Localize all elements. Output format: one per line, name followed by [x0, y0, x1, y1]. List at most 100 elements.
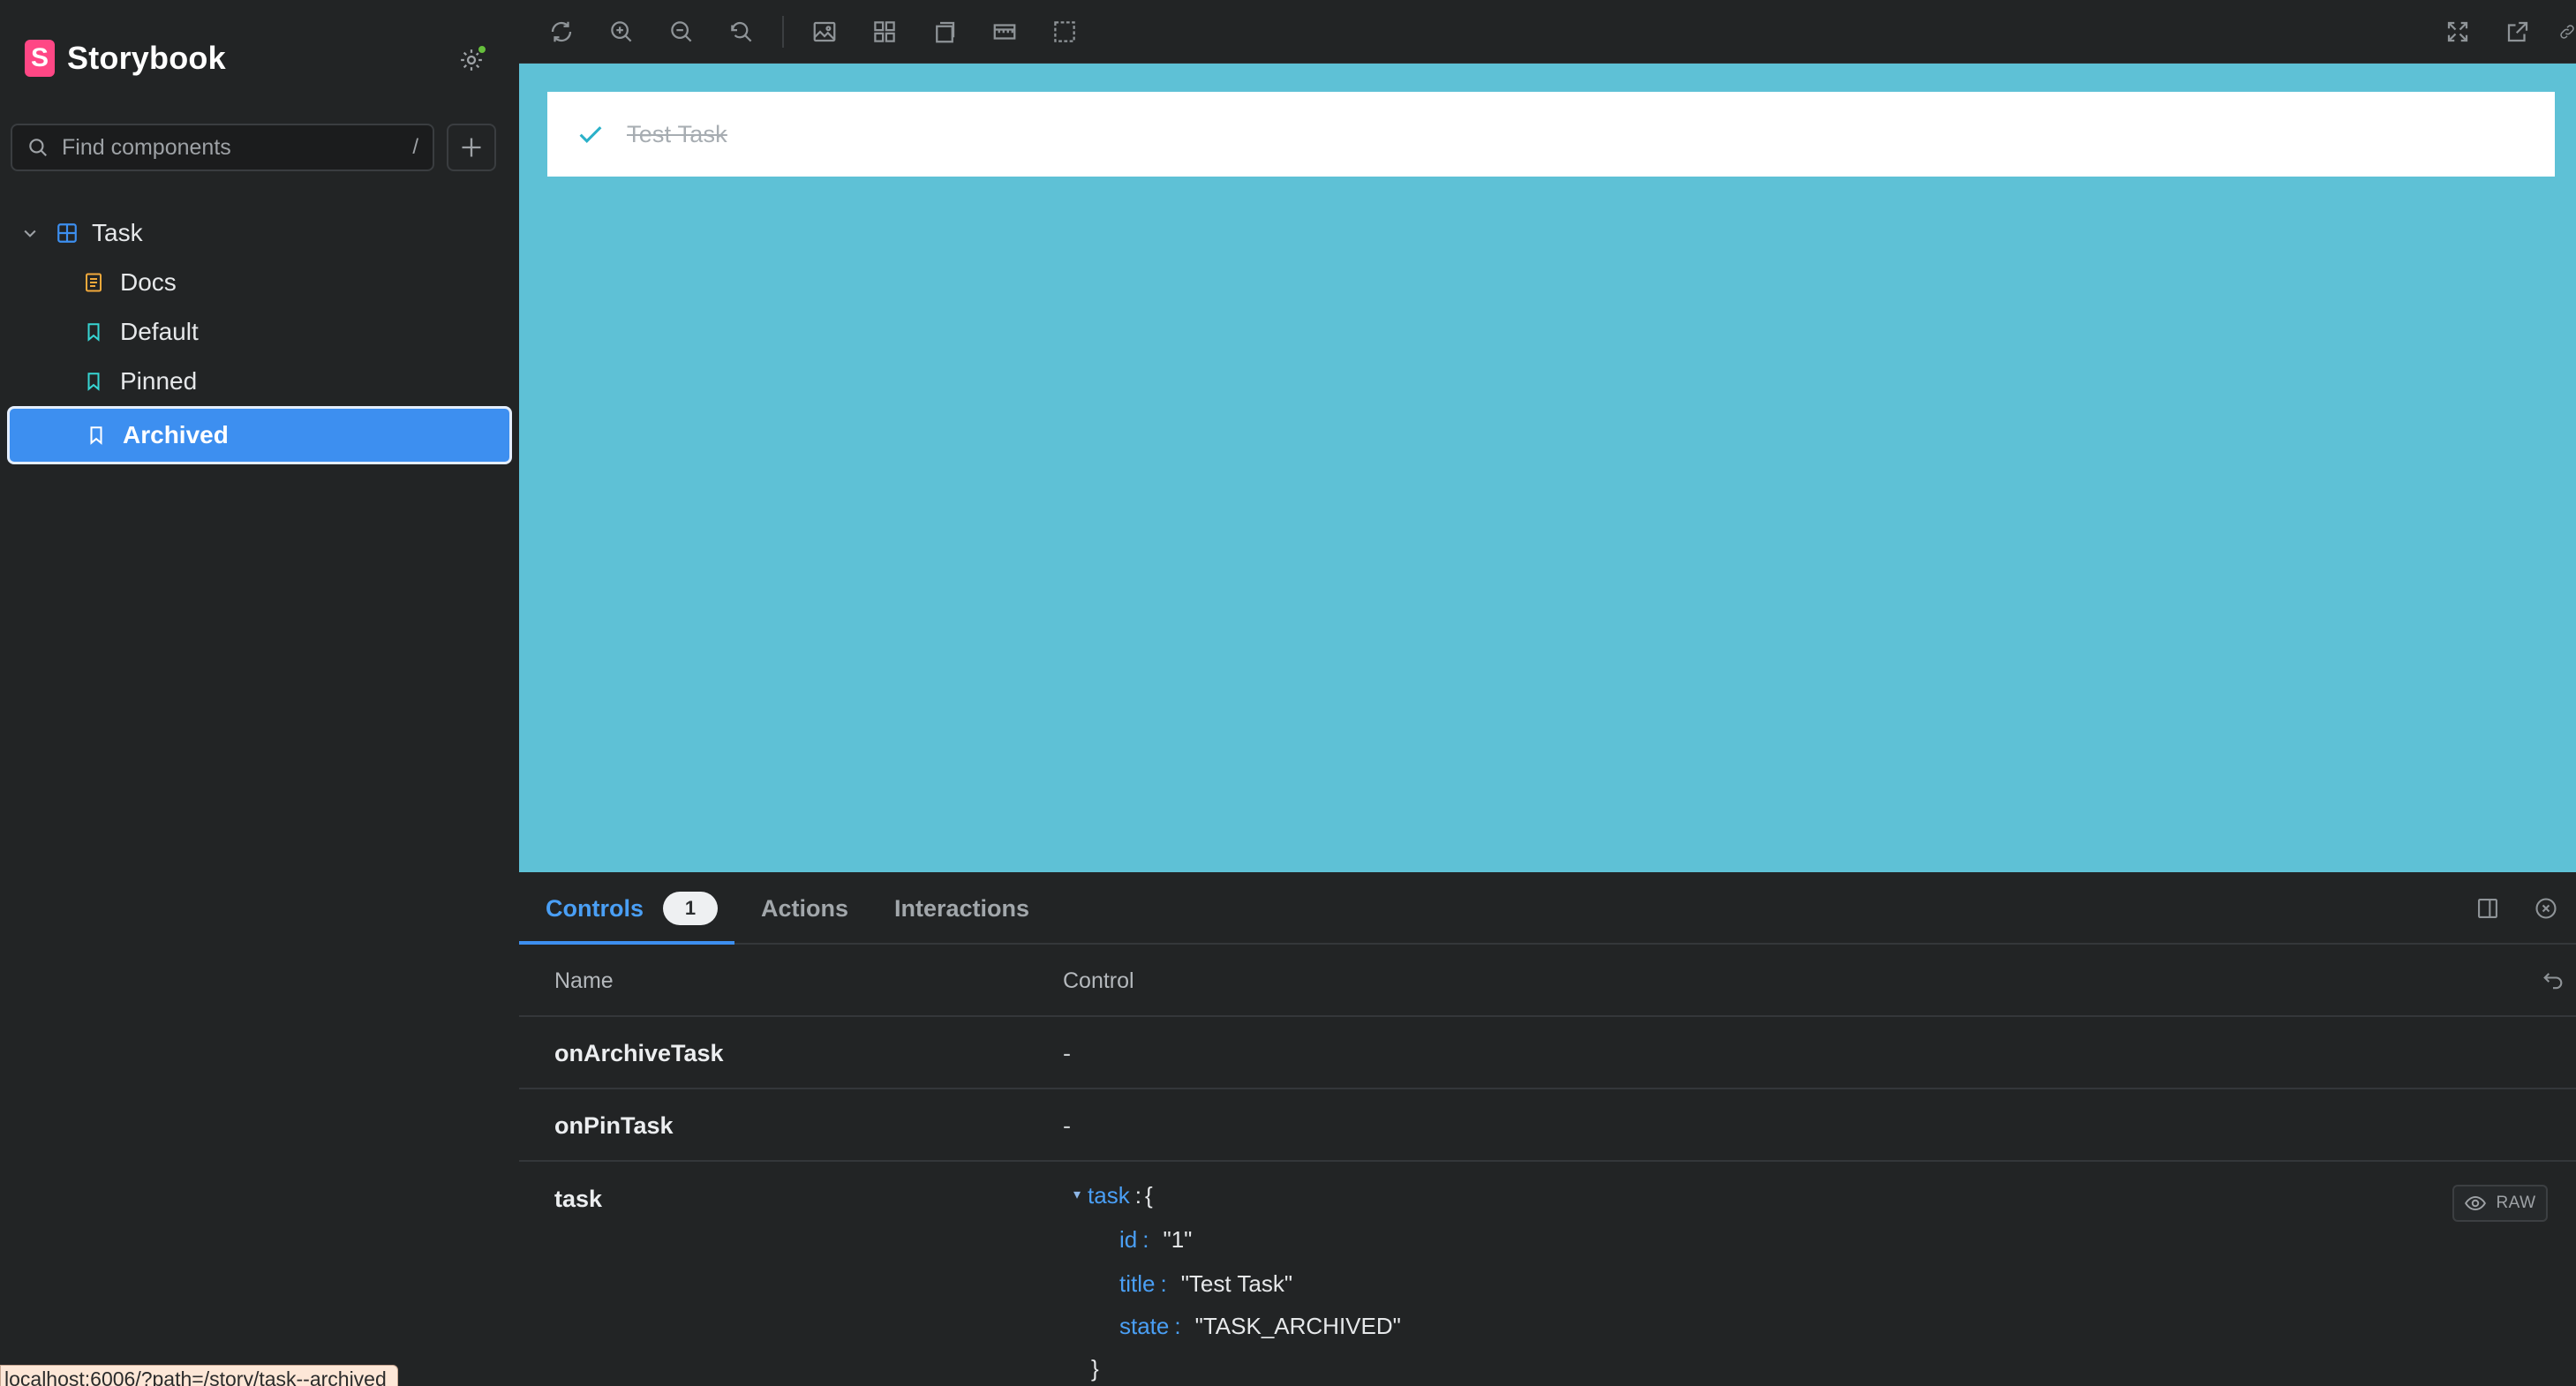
json-key: task — [1088, 1182, 1130, 1209]
measure-button[interactable] — [985, 12, 1024, 51]
close-panel-button[interactable] — [2528, 891, 2564, 926]
arg-control: - — [1063, 1039, 1071, 1066]
external-link-icon — [2507, 21, 2528, 42]
chevron-down-icon[interactable] — [18, 221, 42, 245]
tree-item-docs[interactable]: Docs — [0, 258, 519, 307]
json-field[interactable]: state : "TASK_ARCHIVED" — [1073, 1305, 1401, 1347]
arg-name: onArchiveTask — [554, 1039, 724, 1066]
fullscreen-button[interactable] — [2438, 12, 2477, 51]
tab-actions[interactable]: Actions — [761, 872, 848, 945]
caret-down-icon[interactable]: ▾ — [1073, 1174, 1081, 1217]
tree-item-label: Pinned — [120, 367, 198, 395]
remount-button[interactable] — [542, 12, 581, 51]
outline-button[interactable] — [1045, 12, 1084, 51]
task-item[interactable]: Test Task — [547, 92, 2555, 177]
name-column-header: Name — [554, 968, 614, 993]
tree-item-label: Docs — [120, 268, 177, 296]
object-editor[interactable]: ▾ task : { id : "1" title : "Test Task" … — [1073, 1174, 1401, 1386]
check-icon[interactable] — [576, 119, 606, 149]
json-value[interactable]: "TASK_ARCHIVED" — [1195, 1305, 1401, 1347]
story-canvas: Test Task — [519, 64, 2576, 872]
grid-icon — [874, 21, 895, 42]
addon-tabs: Controls 1 Actions Interactions — [519, 872, 2576, 945]
grid-button[interactable] — [865, 12, 904, 51]
zoom-out-button[interactable] — [662, 12, 701, 51]
reset-controls-button[interactable] — [2535, 963, 2571, 998]
zoom-in-icon — [611, 21, 632, 42]
plus-icon — [462, 138, 481, 157]
add-component-button[interactable] — [447, 124, 496, 171]
args-table-header: Name Control — [519, 945, 2576, 1017]
json-open-brace: { — [1144, 1182, 1153, 1209]
raw-label: RAW — [2496, 1194, 2536, 1212]
json-colon: : — [1134, 1182, 1141, 1209]
tree-item-archived[interactable]: Archived — [7, 406, 512, 464]
zoom-out-icon — [671, 21, 692, 42]
json-key: title — [1119, 1270, 1156, 1297]
tree-group-label: Task — [92, 219, 143, 246]
tree-group-task[interactable]: Task — [0, 208, 519, 258]
copy-link-button[interactable] — [2558, 12, 2576, 51]
storybook-logo: S — [25, 40, 55, 77]
raw-toggle-button[interactable]: RAW — [2452, 1185, 2548, 1222]
sync-icon — [551, 21, 572, 42]
ruler-icon — [993, 24, 1016, 40]
open-new-tab-button[interactable] — [2498, 12, 2537, 51]
panel-orientation-button[interactable] — [2470, 891, 2505, 926]
toolbar-divider — [782, 16, 784, 48]
json-key: state — [1119, 1313, 1170, 1339]
status-dot — [477, 44, 487, 55]
status-bar-url: localhost:6006/?path=/story/task--archiv… — [0, 1365, 398, 1386]
preview-toolbar — [519, 0, 2576, 64]
sidebar-layout-icon — [2478, 899, 2497, 918]
search-box[interactable]: / — [11, 124, 434, 171]
json-colon: : — [1160, 1270, 1167, 1297]
photo-icon — [813, 21, 836, 42]
tab-label: Actions — [761, 894, 849, 922]
json-value[interactable]: "Test Task" — [1181, 1262, 1292, 1305]
control-column-header: Control — [1063, 968, 1134, 993]
component-grid-icon — [55, 221, 79, 245]
link-icon — [2560, 25, 2574, 39]
controls-count-badge: 1 — [663, 892, 718, 925]
addons-panel: Controls 1 Actions Interactions Name Con… — [519, 872, 2576, 1386]
tree-item-label: Archived — [123, 421, 229, 448]
tab-label: Interactions — [894, 894, 1030, 922]
tab-label: Controls — [546, 894, 644, 922]
background-button[interactable] — [805, 12, 844, 51]
table-row: onPinTask - — [519, 1089, 2576, 1162]
json-close-line: } — [1073, 1347, 1401, 1386]
viewport-icon — [936, 21, 955, 43]
json-field[interactable]: title : "Test Task" — [1073, 1262, 1401, 1305]
json-root-line[interactable]: ▾ task : { — [1073, 1174, 1401, 1217]
bookmark-icon — [81, 320, 106, 344]
component-tree: Task Docs Default Pinned Archived — [0, 208, 519, 464]
arg-control: - — [1063, 1111, 1071, 1139]
brand[interactable]: S Storybook — [25, 39, 226, 78]
close-circle-icon — [2535, 898, 2557, 919]
outline-icon — [1054, 21, 1075, 42]
zoom-in-button[interactable] — [602, 12, 641, 51]
json-field[interactable]: id : "1" — [1073, 1217, 1401, 1262]
tree-item-label: Default — [120, 318, 199, 345]
eye-icon — [2465, 1195, 2487, 1211]
tree-item-default[interactable]: Default — [0, 307, 519, 357]
tree-item-pinned[interactable]: Pinned — [0, 357, 519, 406]
bookmark-icon — [81, 369, 106, 394]
brand-name: Storybook — [67, 40, 226, 76]
sidebar: S Storybook / Task — [0, 0, 519, 1386]
zoom-reset-button[interactable] — [722, 12, 761, 51]
json-value[interactable]: "1" — [1163, 1218, 1192, 1261]
arg-name: onPinTask — [554, 1111, 674, 1139]
tab-interactions[interactable]: Interactions — [894, 872, 1029, 945]
tab-controls[interactable]: Controls 1 — [546, 872, 718, 945]
search-input[interactable] — [62, 134, 401, 161]
bookmark-icon — [84, 423, 109, 448]
undo-icon — [2543, 973, 2563, 990]
settings-button[interactable] — [454, 42, 489, 78]
viewport-button[interactable] — [925, 12, 964, 51]
search-shortcut: / — [412, 135, 418, 159]
json-colon: : — [1174, 1313, 1181, 1339]
document-icon — [81, 270, 106, 295]
json-colon: : — [1142, 1226, 1149, 1253]
